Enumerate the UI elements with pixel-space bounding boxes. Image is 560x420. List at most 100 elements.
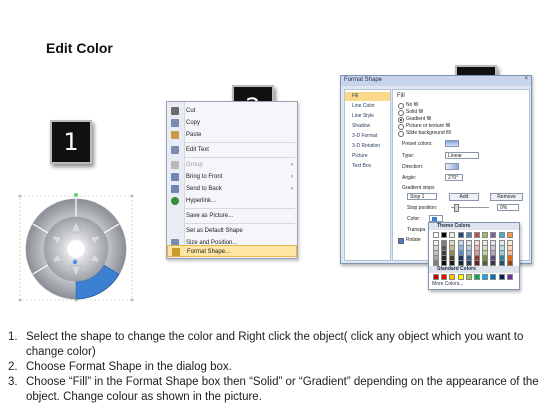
nav-item-line-color[interactable]: Line Color — [345, 102, 390, 111]
theme-color-swatch[interactable] — [506, 232, 513, 238]
theme-color-swatch[interactable] — [498, 232, 505, 238]
theme-color-swatch[interactable] — [449, 232, 456, 238]
context-menu: Cut Copy Paste Edit Text Group › Bring to… — [166, 101, 298, 259]
dialog-titlebar: Format Shape × — [341, 76, 531, 86]
theme-tint-swatch[interactable] — [465, 260, 472, 266]
theme-tint-swatch[interactable] — [498, 260, 505, 266]
nav-item-3d-format[interactable]: 3-D Format — [345, 132, 390, 141]
menu-separator — [185, 208, 295, 209]
menu-item-paste[interactable]: Paste — [167, 129, 297, 141]
standard-color-swatch[interactable] — [474, 274, 480, 280]
preset-colors-dropdown[interactable] — [445, 140, 459, 147]
color-label: Color: — [407, 216, 421, 222]
menu-item-bring-to-front[interactable]: Bring to Front › — [167, 171, 297, 183]
theme-color-swatch[interactable] — [433, 232, 439, 238]
theme-tint-swatch[interactable] — [449, 260, 456, 266]
remove-stop-button[interactable]: Remove — [490, 193, 523, 201]
standard-color-swatch[interactable] — [498, 274, 505, 280]
menu-item-format-shape[interactable]: Format Shape... — [167, 245, 297, 257]
menu-item-send-to-back[interactable]: Send to Back › — [167, 183, 297, 195]
rotate-checkbox[interactable] — [398, 238, 404, 244]
menu-separator — [185, 157, 295, 158]
theme-color-swatch[interactable] — [465, 232, 472, 238]
resize-handle[interactable] — [130, 194, 134, 198]
theme-tint-swatch[interactable] — [506, 260, 513, 266]
copy-icon — [171, 119, 179, 127]
instructions: 1. Select the shape to change the color a… — [8, 330, 556, 405]
radio-gradient-fill[interactable] — [398, 117, 404, 123]
radio-picture-fill[interactable] — [398, 124, 404, 130]
menu-item-hyperlink[interactable]: Hyperlink... — [167, 195, 297, 207]
theme-color-swatch[interactable] — [441, 232, 448, 238]
direction-dropdown[interactable] — [445, 163, 459, 170]
menu-item-save-as-picture[interactable]: Save as Picture... — [167, 210, 297, 222]
menu-item-copy[interactable]: Copy — [167, 117, 297, 129]
standard-color-swatch[interactable] — [457, 274, 464, 280]
page-heading: Edit Color — [46, 40, 113, 56]
step-badge-1: 1 — [50, 120, 92, 164]
center-glow — [67, 240, 85, 258]
resize-handle[interactable] — [18, 194, 22, 198]
menu-item-edit-text[interactable]: Edit Text — [167, 144, 297, 156]
standard-color-swatch[interactable] — [441, 274, 448, 280]
color-dropdown[interactable] — [429, 215, 443, 222]
color-picker-popup: Theme Colors Standard Colors More Colors… — [428, 222, 520, 290]
theme-tint-swatch[interactable] — [433, 260, 439, 266]
stop-select[interactable]: Stop 1 — [407, 193, 437, 200]
center-dot — [72, 259, 78, 265]
paste-icon — [171, 131, 179, 139]
scissors-icon — [171, 107, 179, 115]
theme-color-swatch[interactable] — [490, 232, 497, 238]
direction-label: Direction: — [402, 164, 424, 170]
theme-tint-swatch[interactable] — [441, 260, 448, 266]
stop-position-label: Stop position: — [407, 205, 438, 211]
resize-handle[interactable] — [130, 298, 134, 302]
nav-item-text-box[interactable]: Text Box — [345, 162, 390, 171]
theme-tint-swatch[interactable] — [482, 260, 489, 266]
group-icon — [171, 161, 179, 169]
standard-color-swatch[interactable] — [482, 274, 489, 280]
nav-item-3d-rotation[interactable]: 3-D Rotation — [345, 142, 390, 151]
circular-shape-graphic[interactable] — [14, 192, 142, 304]
hyperlink-icon — [171, 197, 179, 205]
paint-bucket-icon — [432, 217, 437, 221]
theme-tint-swatch[interactable] — [474, 260, 480, 266]
theme-tint-swatch[interactable] — [457, 260, 464, 266]
transparency-label: Transpa — [407, 227, 426, 233]
menu-item-cut[interactable]: Cut — [167, 105, 297, 117]
theme-color-swatch[interactable] — [474, 232, 480, 238]
type-select[interactable]: Linear — [445, 152, 479, 159]
standard-color-swatch[interactable] — [506, 274, 513, 280]
radio-solid-fill[interactable] — [398, 110, 404, 116]
standard-colors-header: Standard Colors — [429, 266, 519, 273]
menu-separator — [185, 142, 295, 143]
nav-item-picture[interactable]: Picture — [345, 152, 390, 161]
instruction-step-1: 1. Select the shape to change the color a… — [8, 331, 524, 358]
theme-color-swatch[interactable] — [482, 232, 489, 238]
checkmark-icon — [399, 239, 403, 243]
angle-input[interactable]: 270° — [445, 174, 463, 181]
menu-item-group: Group › — [167, 159, 297, 171]
nav-item-line-style[interactable]: Line Style — [345, 112, 390, 121]
close-icon[interactable]: × — [524, 76, 528, 82]
standard-color-swatch[interactable] — [449, 274, 456, 280]
resize-handle[interactable] — [18, 298, 22, 302]
menu-item-set-default-shape[interactable]: Set as Default Shape — [167, 225, 297, 237]
theme-color-swatch[interactable] — [457, 232, 464, 238]
nav-item-fill[interactable]: Fill — [345, 92, 390, 101]
rotate-handle[interactable] — [74, 193, 78, 197]
standard-color-swatch[interactable] — [433, 274, 439, 280]
add-stop-button[interactable]: Add — [449, 193, 479, 201]
angle-label: Angle: — [402, 175, 417, 181]
submenu-arrow-icon: › — [291, 162, 293, 168]
radio-slide-background-fill[interactable] — [398, 131, 404, 137]
radio-no-fill[interactable] — [398, 103, 404, 109]
theme-tint-swatch[interactable] — [490, 260, 497, 266]
nav-item-shadow[interactable]: Shadow — [345, 122, 390, 131]
standard-color-swatch[interactable] — [490, 274, 497, 280]
slider-thumb[interactable] — [454, 204, 459, 212]
label-slide-background-fill: Slide background fill — [406, 130, 451, 136]
more-colors-link[interactable]: More Colors... — [432, 281, 463, 287]
standard-color-swatch[interactable] — [465, 274, 472, 280]
stop-position-input[interactable]: 0% — [497, 204, 519, 211]
